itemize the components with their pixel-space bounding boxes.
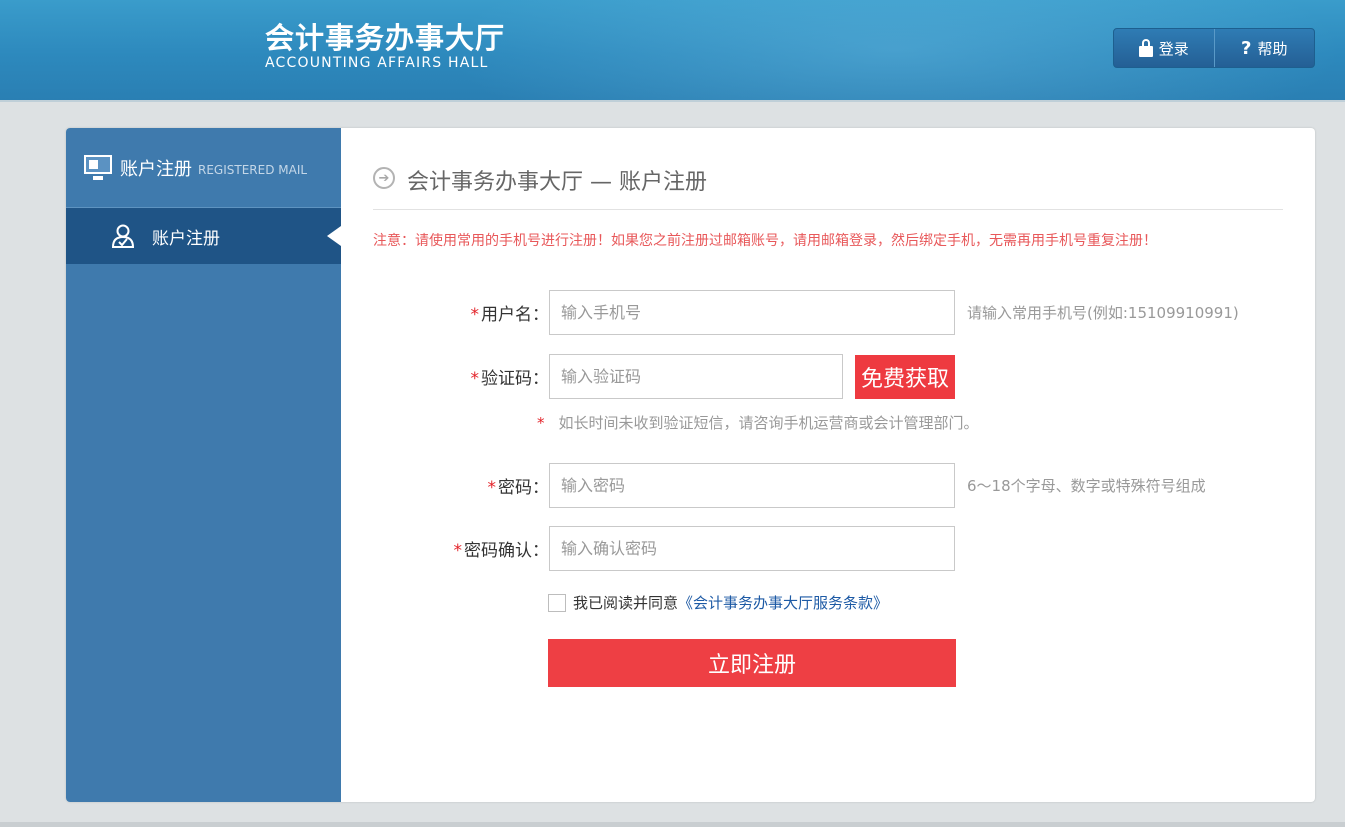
username-label-text: 用户名： bbox=[481, 305, 549, 325]
user-icon bbox=[110, 223, 136, 249]
top-button-group: 登录 ? 帮助 bbox=[1113, 28, 1315, 68]
code-row: *验证码： 免费获取 bbox=[341, 354, 955, 399]
sidebar: 账户注册 REGISTERED MAIL 账户注册 bbox=[66, 128, 341, 802]
code-input[interactable] bbox=[549, 354, 843, 399]
sms-hint: * 如长时间未收到验证短信，请咨询手机运营商或会计管理部门。 bbox=[537, 412, 979, 433]
required-mark: * bbox=[470, 369, 480, 389]
username-input[interactable] bbox=[549, 290, 955, 335]
logo-subtitle: ACCOUNTING AFFAIRS HALL bbox=[265, 55, 489, 71]
main-panel: 账户注册 REGISTERED MAIL 账户注册 ➔ 会计事务办事大厅 — 账… bbox=[66, 128, 1315, 802]
code-label: * 验证码： bbox=[341, 364, 550, 389]
arrow-right-icon: ➔ bbox=[373, 167, 395, 189]
sidebar-title: 账户注册 bbox=[120, 158, 192, 180]
confirm-label: * 密码确认： bbox=[341, 536, 550, 561]
required-mark: * bbox=[537, 414, 545, 432]
required-mark: * bbox=[487, 478, 497, 498]
sms-hint-text: 如长时间未收到验证短信，请咨询手机运营商或会计管理部门。 bbox=[558, 414, 979, 432]
username-row: *用户名： 请输入常用手机号(例如:15109910991) bbox=[341, 290, 1239, 335]
lock-icon bbox=[1138, 39, 1153, 57]
confirm-label-text: 密码确认： bbox=[464, 541, 549, 561]
username-label: * 用户名： bbox=[341, 300, 550, 325]
help-button[interactable]: ? 帮助 bbox=[1213, 29, 1315, 67]
notice-text: 注意：请使用常用的手机号进行注册！如果您之前注册过邮箱账号，请用邮箱登录，然后绑… bbox=[373, 233, 1157, 249]
agree-text: 我已阅读并同意 bbox=[573, 594, 679, 612]
confirm-password-input[interactable] bbox=[549, 526, 955, 571]
password-row: * 密码： 6～18个字母、数字或特殊符号组成 bbox=[341, 463, 1206, 508]
question-icon: ? bbox=[1241, 37, 1252, 59]
sidebar-subtitle: REGISTERED MAIL bbox=[198, 162, 308, 177]
password-label: * 密码： bbox=[341, 473, 550, 498]
bottom-bar bbox=[0, 822, 1345, 827]
sidebar-header: 账户注册 REGISTERED MAIL bbox=[66, 128, 341, 208]
password-label-text: 密码： bbox=[498, 478, 549, 498]
agreement: 我已阅读并同意 《会计事务办事大厅服务条款》 bbox=[548, 592, 888, 613]
login-button[interactable]: 登录 bbox=[1114, 29, 1214, 67]
required-mark: * bbox=[453, 541, 463, 561]
password-input[interactable] bbox=[549, 463, 955, 508]
sidebar-item-register[interactable]: 账户注册 bbox=[66, 208, 341, 264]
agree-checkbox[interactable] bbox=[548, 593, 566, 612]
logo: 会计事务办事大厅 ACCOUNTING AFFAIRS HALL bbox=[265, 20, 505, 71]
page-title: ➔ 会计事务办事大厅 — 账户注册 bbox=[373, 164, 1283, 210]
login-label: 登录 bbox=[1158, 39, 1189, 58]
content-area: ➔ 会计事务办事大厅 — 账户注册 注意：请使用常用的手机号进行注册！如果您之前… bbox=[341, 128, 1315, 802]
required-mark: * bbox=[470, 305, 480, 325]
username-hint: 请输入常用手机号(例如:15109910991) bbox=[967, 304, 1239, 322]
confirm-row: * 密码确认： bbox=[341, 526, 955, 571]
register-button[interactable]: 立即注册 bbox=[548, 639, 956, 687]
header: 会计事务办事大厅 ACCOUNTING AFFAIRS HALL 登录 ? 帮助 bbox=[0, 0, 1345, 102]
password-hint: 6～18个字母、数字或特殊符号组成 bbox=[967, 477, 1206, 495]
page-title-text: 会计事务办事大厅 — 账户注册 bbox=[407, 170, 707, 195]
monitor-icon bbox=[84, 154, 112, 181]
sidebar-item-label: 账户注册 bbox=[152, 228, 220, 249]
logo-title: 会计事务办事大厅 bbox=[265, 21, 506, 55]
code-label-text: 验证码： bbox=[481, 369, 549, 389]
get-code-button[interactable]: 免费获取 bbox=[855, 354, 955, 399]
help-label: 帮助 bbox=[1257, 39, 1288, 58]
terms-link[interactable]: 《会计事务办事大厅服务条款》 bbox=[678, 592, 888, 613]
